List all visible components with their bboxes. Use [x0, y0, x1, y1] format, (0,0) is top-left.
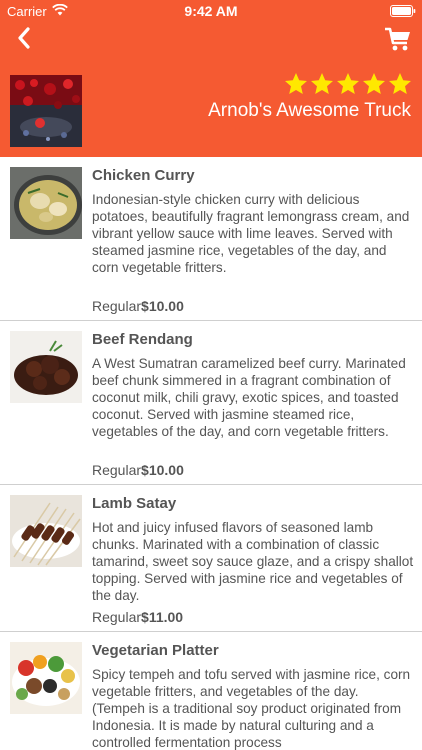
battery-icon [390, 5, 416, 17]
menu-item[interactable]: Chicken Curry Indonesian-style chicken c… [0, 157, 422, 321]
food-image [10, 331, 82, 403]
status-time: 9:42 AM [184, 3, 238, 19]
food-image [10, 642, 82, 714]
star-icon [389, 73, 411, 94]
cart-button[interactable] [384, 26, 412, 52]
price-label: Regular [92, 609, 142, 625]
item-price-row: Regular$10.00 [92, 298, 184, 314]
menu-item[interactable]: Beef Rendang A West Sumatran caramelized… [0, 321, 422, 485]
item-price-row: Regular$10.00 [92, 462, 184, 478]
food-image [10, 495, 82, 567]
chevron-left-icon [18, 27, 30, 49]
menu-item[interactable]: Vegetarian Platter Spicy tempeh and tofu… [0, 632, 422, 750]
item-name: Beef Rendang [92, 331, 193, 348]
item-name: Vegetarian Platter [92, 642, 219, 659]
truck-image [10, 75, 82, 147]
price-value: $10.00 [141, 462, 184, 478]
item-description: Indonesian-style chicken curry with deli… [92, 192, 410, 275]
menu-list: Chicken Curry Indonesian-style chicken c… [0, 157, 422, 750]
food-image [10, 167, 82, 239]
truck-name: Arnob's Awesome Truck [208, 100, 411, 121]
shopping-cart-icon [385, 27, 410, 51]
star-icon [337, 73, 359, 94]
star-icon [363, 73, 385, 94]
truck-header: Carrier 9:42 AM Arnob's Awesome Truck [0, 0, 422, 157]
price-label: Regular [92, 462, 142, 478]
item-name: Lamb Satay [92, 495, 177, 512]
price-label: Regular [92, 298, 142, 314]
price-value: $11.00 [141, 609, 184, 625]
item-description: Spicy tempeh and tofu served with jasmin… [92, 667, 411, 750]
menu-item[interactable]: Lamb Satay Hot and juicy infused flavors… [0, 485, 422, 632]
status-bar: Carrier 9:42 AM [0, 0, 422, 22]
star-icon [285, 73, 307, 94]
item-description: Hot and juicy infused flavors of seasone… [92, 520, 414, 603]
item-description: A West Sumatran caramelized beef curry. … [92, 356, 406, 439]
item-price-row: Regular$11.00 [92, 609, 183, 625]
price-value: $10.00 [141, 298, 184, 314]
star-icon [311, 73, 333, 94]
item-name: Chicken Curry [92, 167, 195, 184]
rating-stars [284, 72, 412, 100]
back-button[interactable] [12, 25, 38, 51]
